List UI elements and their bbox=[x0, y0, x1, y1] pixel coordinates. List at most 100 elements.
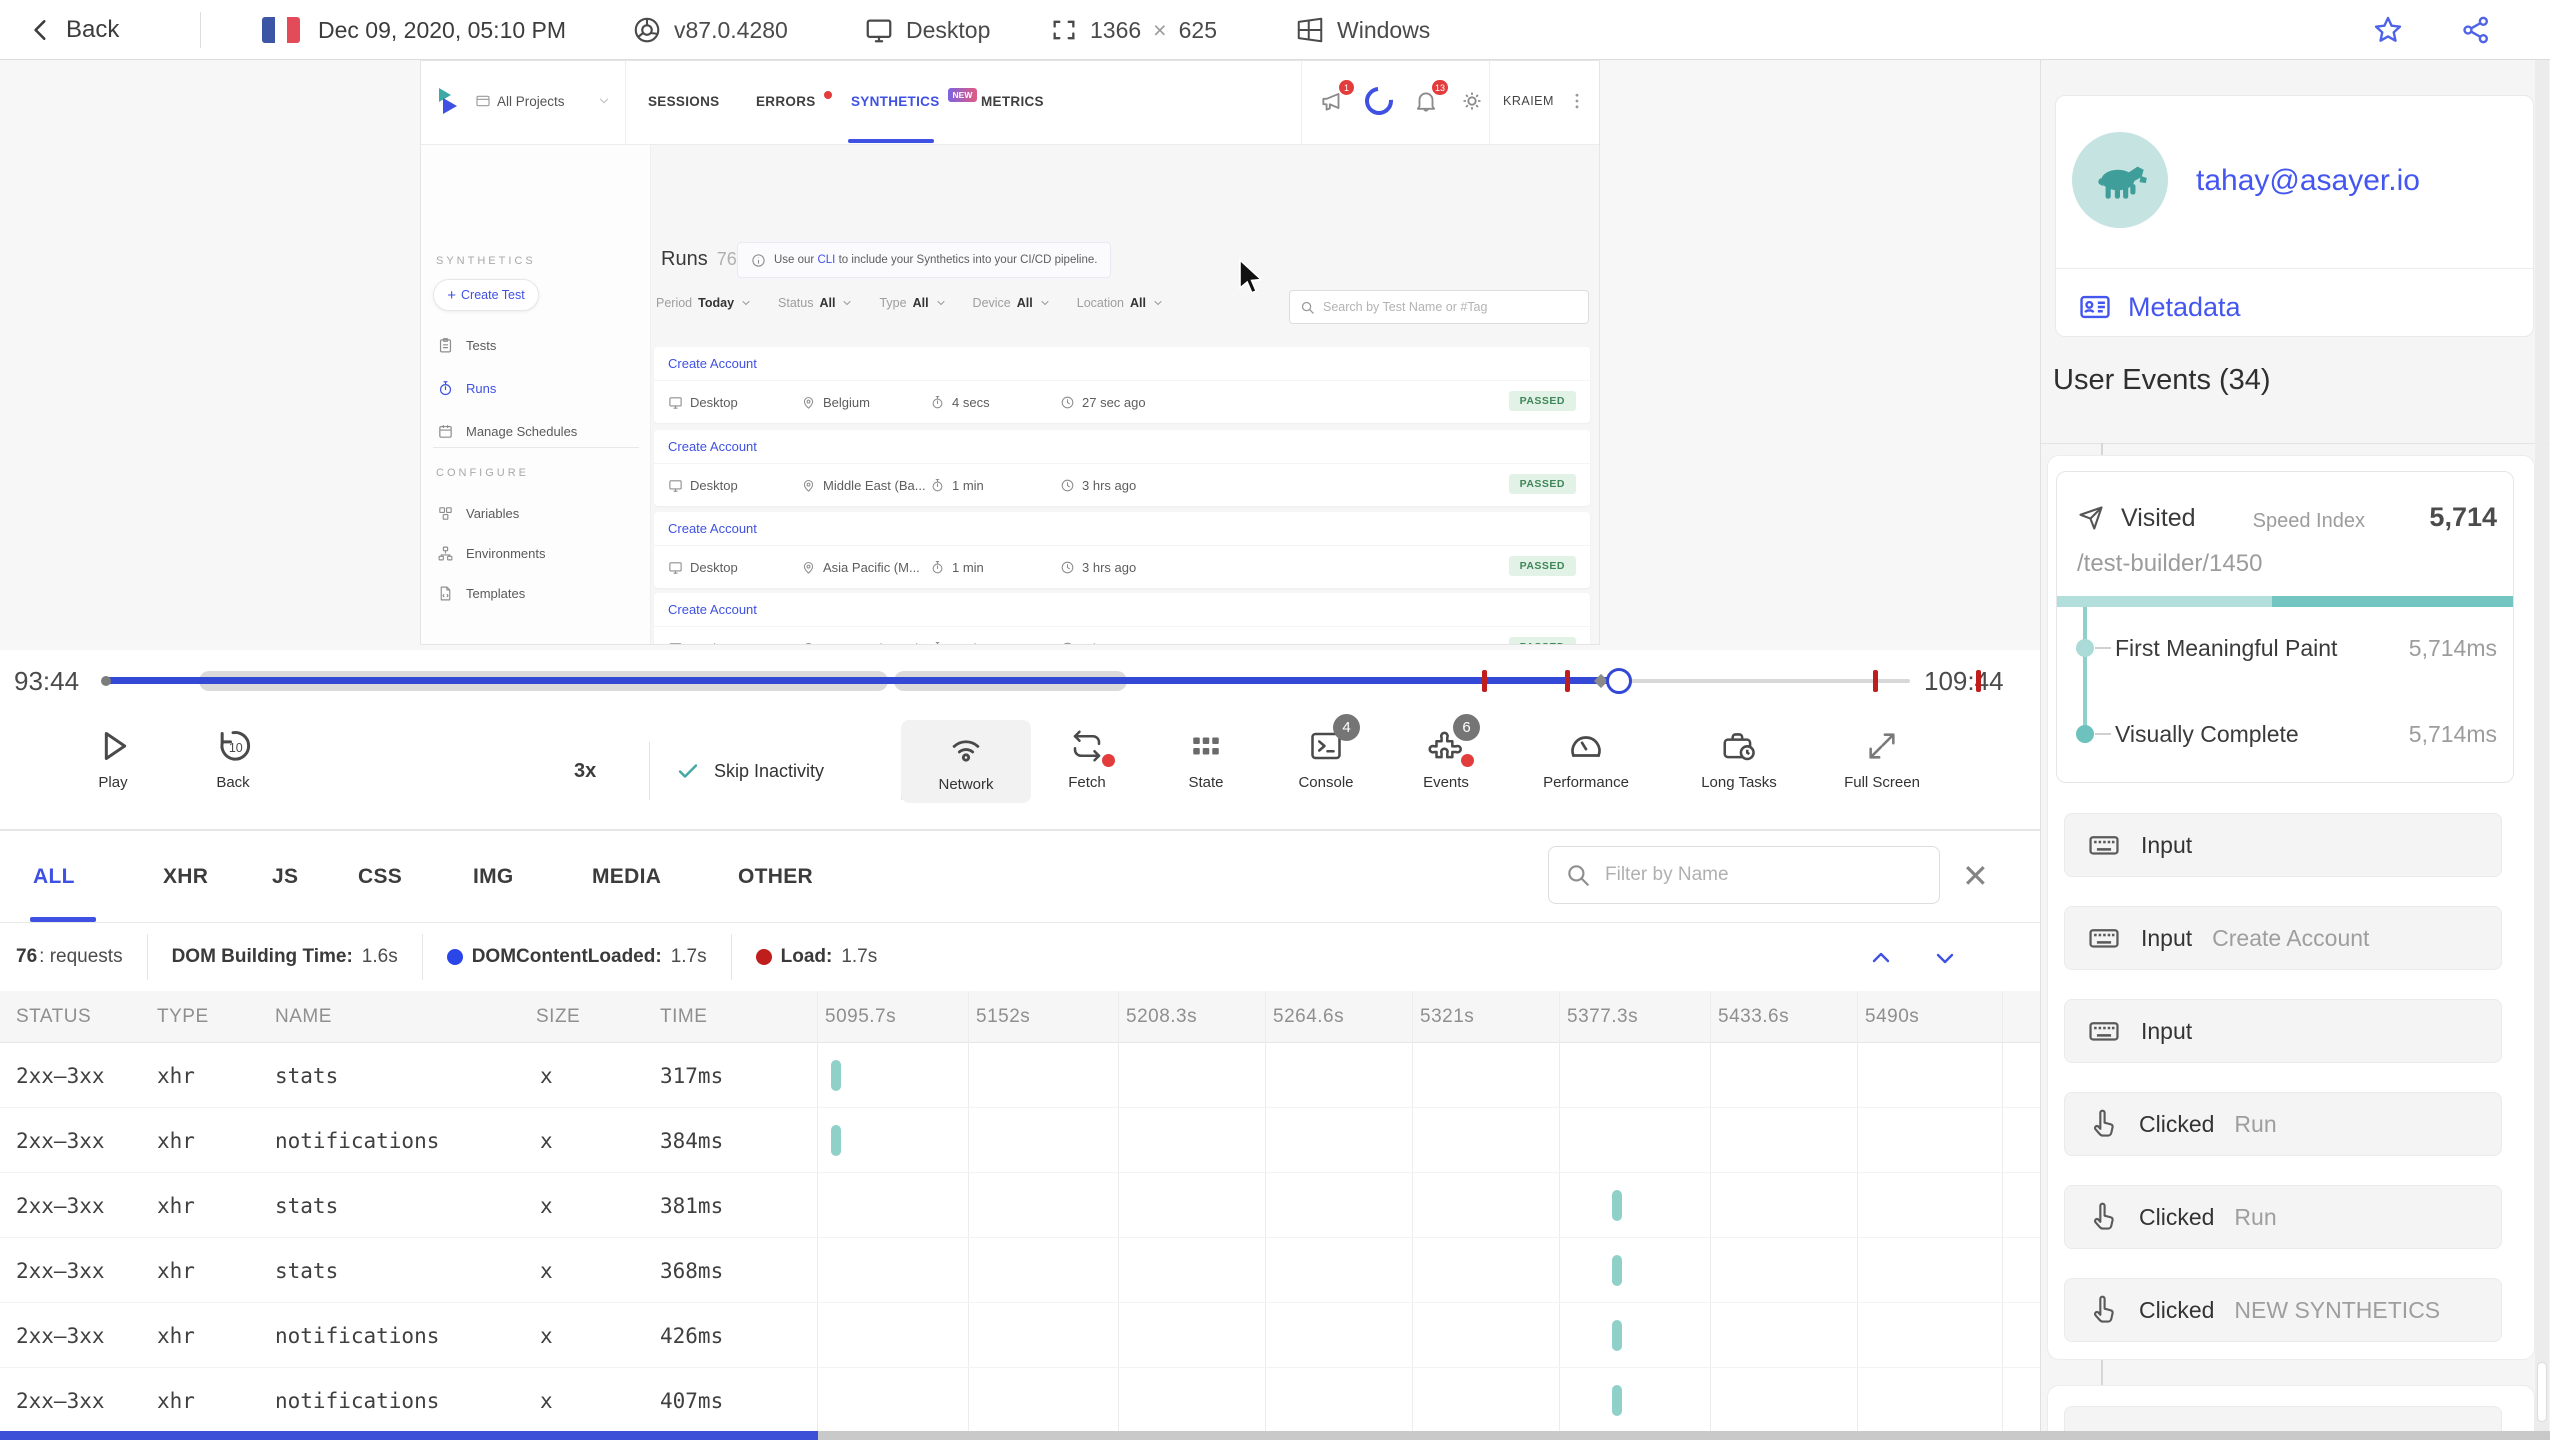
skip-inactivity-toggle[interactable]: Skip Inactivity bbox=[676, 712, 824, 830]
timeline-progress bbox=[105, 677, 1620, 684]
filter-period: Period Today bbox=[656, 296, 752, 310]
table-row[interactable]: 2xx–3xx xhr stats x 381ms bbox=[0, 1173, 2040, 1238]
request-status: 2xx–3xx bbox=[16, 1128, 105, 1153]
tab-errors: ERRORS bbox=[756, 61, 832, 141]
request-time: 384ms bbox=[660, 1128, 724, 1153]
monitor-icon bbox=[668, 395, 683, 410]
event-item-clicked[interactable]: Clicked NEW SYNTHETICS bbox=[2064, 1278, 2502, 1342]
table-row[interactable]: 2xx–3xx xhr notifications x 384ms bbox=[0, 1108, 2040, 1173]
filter-input[interactable] bbox=[1603, 863, 1903, 887]
run-card: Create Account Desktop Belgium 4 secs 27… bbox=[654, 347, 1590, 423]
monitor-icon bbox=[668, 478, 683, 493]
event-item-input[interactable]: Input bbox=[2064, 999, 2502, 1063]
stopwatch-icon bbox=[930, 395, 945, 410]
timeline-track[interactable] bbox=[101, 650, 1910, 712]
table-row[interactable]: 2xx–3xx xhr notifications x 426ms bbox=[0, 1303, 2040, 1368]
replayed-app-screenshot: All Projects SESSIONS ERRORS SYNTHETICS N… bbox=[420, 60, 1600, 645]
panel-events-button[interactable]: 6 Events bbox=[1381, 714, 1511, 791]
tab-sessions: SESSIONS bbox=[648, 93, 720, 109]
panel-performance-button[interactable]: Performance bbox=[1521, 726, 1651, 791]
sidebar-item-runs: Runs bbox=[437, 380, 496, 397]
clock-icon bbox=[1060, 395, 1075, 410]
request-name: notifications bbox=[275, 1388, 440, 1413]
panel-long-tasks-button[interactable]: Long Tasks bbox=[1674, 726, 1804, 791]
net-tab-css[interactable]: CSS bbox=[358, 831, 402, 922]
request-name: stats bbox=[275, 1258, 339, 1283]
file-icon bbox=[437, 585, 454, 602]
net-tab-all[interactable]: ALL bbox=[33, 831, 75, 922]
tab-metrics: METRICS bbox=[981, 93, 1044, 109]
panel-console-button[interactable]: 4 Console bbox=[1261, 714, 1391, 791]
nav-divider bbox=[1489, 61, 1490, 145]
sidebar-scrollbar[interactable] bbox=[2535, 60, 2549, 1431]
net-tab-media[interactable]: MEDIA bbox=[592, 831, 661, 922]
filter-location: Location All bbox=[1077, 296, 1164, 310]
run-card: Create Account Desktop Asia Pacific (M..… bbox=[654, 512, 1590, 588]
request-timing-marker bbox=[1612, 1385, 1622, 1416]
run-card: Create Account Desktop US West (N. Cal..… bbox=[654, 593, 1590, 646]
controls-divider bbox=[649, 742, 650, 800]
speed-toggle[interactable]: 3x bbox=[574, 712, 596, 830]
scrollbar-thumb[interactable] bbox=[2537, 1362, 2547, 1422]
back-button[interactable]: Back bbox=[28, 0, 119, 60]
monitor-icon bbox=[668, 641, 683, 646]
session-info-sidebar: tahay@asayer.io Metadata User Events (34… bbox=[2040, 60, 2550, 1433]
table-row[interactable]: 2xx–3xx xhr notifications x 407ms bbox=[0, 1368, 2040, 1433]
tab-synthetics: SYNTHETICS NEW bbox=[851, 61, 978, 141]
time-column-label: 5152s bbox=[976, 1006, 1031, 1027]
jump-up-button[interactable] bbox=[1866, 946, 1896, 970]
metadata-button[interactable]: Metadata bbox=[2078, 284, 2241, 330]
panel-state-button[interactable]: State bbox=[1141, 726, 1271, 791]
sidebar-item-tests: Tests bbox=[437, 337, 496, 354]
net-tab-img[interactable]: IMG bbox=[473, 831, 514, 922]
user-email-link[interactable]: tahay@asayer.io bbox=[2196, 164, 2420, 198]
net-tab-xhr[interactable]: XHR bbox=[163, 831, 208, 922]
briefcase-clock-icon bbox=[1720, 727, 1758, 765]
jump-down-button[interactable] bbox=[1930, 946, 1960, 970]
panel-network-button[interactable]: Network bbox=[901, 720, 1031, 803]
pin-icon bbox=[801, 641, 816, 646]
run-name: Create Account bbox=[668, 439, 757, 454]
card-divider bbox=[2056, 268, 2533, 269]
timeline-scrubber-knob[interactable] bbox=[1606, 668, 1633, 694]
request-name: notifications bbox=[275, 1323, 440, 1348]
loading-spinner bbox=[1359, 61, 1399, 141]
event-item-input[interactable]: Input bbox=[2064, 813, 2502, 877]
request-type: xhr bbox=[157, 1388, 195, 1413]
time-column-label: 5433.6s bbox=[1718, 1006, 1790, 1027]
next-events-group-partial bbox=[2047, 1385, 2535, 1433]
panel-fetch-button[interactable]: Fetch bbox=[1022, 726, 1152, 791]
event-item-input[interactable]: Input Create Account bbox=[2064, 906, 2502, 970]
back-10s-button[interactable]: Back bbox=[168, 726, 298, 791]
resolution-icon bbox=[1050, 16, 1078, 44]
favorite-button[interactable] bbox=[2372, 0, 2404, 60]
timeline-error-tick bbox=[1976, 670, 1981, 692]
keyboard-icon bbox=[2087, 1014, 2121, 1048]
table-row[interactable]: 2xx–3xx xhr stats x 317ms bbox=[0, 1043, 2040, 1108]
sidebar-item-variables: Variables bbox=[437, 505, 519, 522]
status-badge: PASSED bbox=[1508, 391, 1576, 411]
request-size: x bbox=[540, 1388, 553, 1413]
net-tab-js[interactable]: JS bbox=[272, 831, 298, 922]
back-10-icon bbox=[213, 726, 253, 766]
session-replay-app: Back Dec 09, 2020, 05:10 PM v87.0.4280 D… bbox=[0, 0, 2550, 1440]
timeline-error-tick bbox=[1565, 670, 1571, 692]
share-button[interactable] bbox=[2460, 0, 2492, 60]
full-screen-button[interactable]: Full Screen bbox=[1817, 726, 1947, 791]
timeline-start-dot bbox=[101, 676, 111, 686]
table-row[interactable]: 2xx–3xx xhr stats x 368ms bbox=[0, 1238, 2040, 1303]
horizontal-scrollbar-thumb[interactable] bbox=[0, 1431, 818, 1440]
col-size: SIZE bbox=[536, 1006, 581, 1027]
event-item-clicked[interactable]: Clicked Run bbox=[2064, 1092, 2502, 1156]
col-status: STATUS bbox=[16, 1006, 92, 1027]
timeline-error-tick bbox=[1482, 670, 1488, 692]
request-timing-marker bbox=[1612, 1255, 1622, 1286]
play-button[interactable]: Play bbox=[48, 726, 178, 791]
event-item-clicked[interactable]: Clicked Run bbox=[2064, 1185, 2502, 1249]
play-icon bbox=[93, 726, 133, 766]
net-tab-other[interactable]: OTHER bbox=[738, 831, 813, 922]
close-panel-button[interactable]: ✕ bbox=[1962, 853, 1989, 899]
horizontal-scrollbar[interactable] bbox=[0, 1431, 2550, 1440]
visited-event-card[interactable]: Visited Speed Index 5,714 /test-builder/… bbox=[2056, 471, 2514, 783]
chevron-down-icon bbox=[740, 297, 752, 309]
